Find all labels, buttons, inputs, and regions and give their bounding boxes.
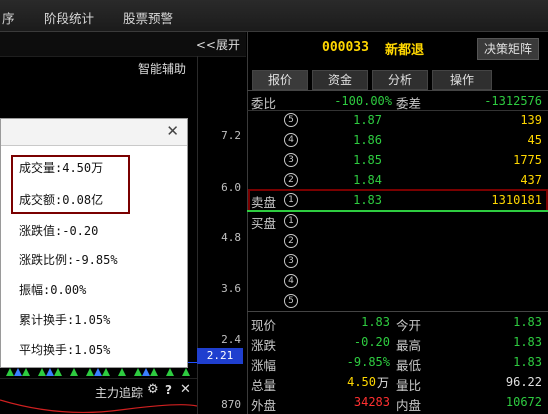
highlight-box <box>11 155 130 214</box>
stat-value: 34283 <box>353 395 390 409</box>
buy-level-5: 5 <box>284 294 298 308</box>
popup-item-amplitude: 振幅:0.00% <box>19 283 87 297</box>
stock-name: 新都退 <box>385 43 425 58</box>
sell-price: 1.87 <box>353 113 382 127</box>
weibi-value: -100.00% <box>334 94 392 108</box>
tab-divider <box>247 90 548 91</box>
stat-label: 涨幅 <box>251 358 277 373</box>
sell-price: 1.85 <box>353 153 382 167</box>
sell-level-2: 2 <box>284 173 298 187</box>
gear-icon[interactable]: ⚙ <box>147 382 159 397</box>
popup-item-change-pct: 涨跌比例:-9.85% <box>19 253 118 267</box>
tab-operate[interactable]: 操作 <box>432 70 492 90</box>
sell-volume: 1310181 <box>491 193 542 207</box>
sell-level-5: 5 <box>284 113 298 127</box>
tab-funds[interactable]: 资金 <box>312 70 368 90</box>
stat-label: 今开 <box>396 318 422 333</box>
sell-level-3: 3 <box>284 153 298 167</box>
popup-item-avg-turnover: 平均换手:1.05% <box>19 343 111 357</box>
y-tick: 3.6 <box>221 282 241 295</box>
divider <box>247 311 548 312</box>
stat-value: 1.83 <box>513 315 542 329</box>
stock-code: 000033 <box>322 40 369 55</box>
popup-item-cum-turnover: 累计换手:1.05% <box>19 313 111 327</box>
y-tick: 870 <box>221 398 241 411</box>
chart-footer-divider <box>0 378 197 379</box>
menu-item-stock-alert[interactable]: 股票预警 <box>123 8 173 27</box>
stat-value: 96.22 <box>505 375 542 389</box>
sell-volume: 139 <box>520 113 542 127</box>
indicator-curve <box>0 399 197 414</box>
decision-matrix-button[interactable]: 决策矩阵 <box>477 38 539 60</box>
stat-value: 1.83 <box>361 315 390 329</box>
buy-level-3: 3 <box>284 254 298 268</box>
stat-value: 4.50 <box>347 375 376 389</box>
stat-label: 涨跌 <box>251 338 277 353</box>
stat-unit: 万 <box>377 376 390 390</box>
current-price-tag: 2.21 <box>197 348 243 364</box>
stat-label: 最低 <box>396 358 422 373</box>
sell-price: 1.84 <box>353 173 382 187</box>
stat-value: 1.83 <box>513 355 542 369</box>
expand-button[interactable]: <<展开 <box>196 36 240 53</box>
stat-label: 最高 <box>396 338 422 353</box>
divider <box>247 110 548 111</box>
buy-level-2: 2 <box>284 234 298 248</box>
sell-price: 1.83 <box>353 193 382 207</box>
tab-analysis[interactable]: 分析 <box>372 70 428 90</box>
y-tick: 7.2 <box>221 129 241 142</box>
sell-price: 1.86 <box>353 133 382 147</box>
popup-item-change: 涨跌值:-0.20 <box>19 224 99 238</box>
buy-label: 买盘 <box>251 216 277 231</box>
stat-label: 总量 <box>251 378 277 393</box>
stat-label: 现价 <box>251 318 277 333</box>
smart-assist-label[interactable]: 智能辅助 <box>138 60 186 77</box>
sell-volume: 45 <box>527 133 542 147</box>
buy-level-1: 1 <box>284 214 298 228</box>
sell-label: 卖盘 <box>251 195 277 210</box>
stat-value: 10672 <box>505 395 542 409</box>
close-icon[interactable]: ✕ <box>166 122 179 140</box>
weicha-value: -1312576 <box>484 94 542 108</box>
sell-level-1: 1 <box>284 193 298 207</box>
stat-label: 量比 <box>396 378 422 393</box>
stat-value: -0.20 <box>353 335 390 349</box>
top-menu-bar: 序 阶段统计 股票预警 <box>0 0 548 32</box>
stat-label: 外盘 <box>251 398 277 413</box>
bid-ask-separator <box>247 210 548 212</box>
stat-label: 内盘 <box>396 398 422 413</box>
tab-quote[interactable]: 报价 <box>252 70 308 90</box>
sell-volume: 1775 <box>513 153 542 167</box>
popup-titlebar: ✕ <box>1 119 187 146</box>
stat-value: 1.83 <box>513 335 542 349</box>
y-tick: 4.8 <box>221 231 241 244</box>
menu-item-stage-stats[interactable]: 阶段统计 <box>44 8 94 27</box>
sell-level-4: 4 <box>284 133 298 147</box>
y-tick: 6.0 <box>221 181 241 194</box>
buy-level-4: 4 <box>284 274 298 288</box>
menu-item-sequence[interactable]: 序 <box>2 8 15 27</box>
stat-value: -9.85% <box>346 355 390 369</box>
help-icon[interactable]: ? <box>165 383 172 397</box>
y-tick: 2.4 <box>221 333 241 346</box>
close-icon[interactable]: ✕ <box>180 382 191 397</box>
chart-header: <<展开 <box>0 32 246 57</box>
sell-volume: 437 <box>520 173 542 187</box>
